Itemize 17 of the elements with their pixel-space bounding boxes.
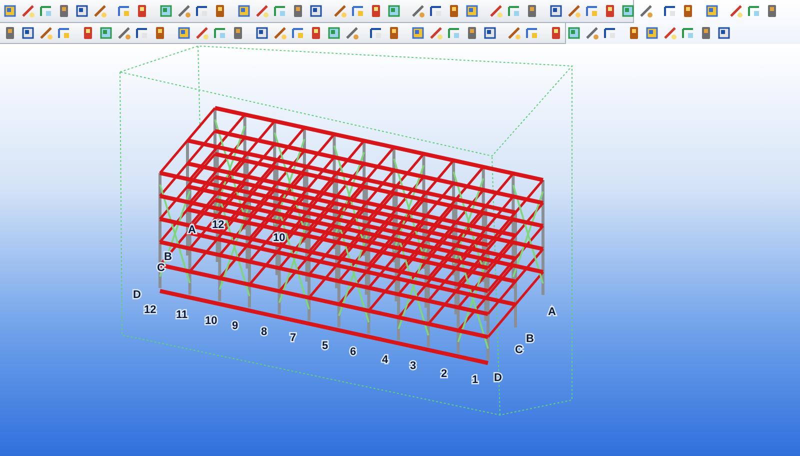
grid-label: 9: [232, 320, 238, 332]
grid-label: 6: [350, 346, 356, 358]
grid-label: 2: [441, 368, 448, 380]
grid-label: A: [548, 306, 556, 318]
grid-label: 12: [144, 304, 156, 316]
grid-label: D: [494, 372, 502, 384]
grid-label: 8: [261, 326, 268, 338]
grid-label: 7: [290, 332, 296, 344]
grid-label: 1: [472, 374, 478, 386]
grid-label: 4: [382, 354, 388, 366]
grid-label: 3: [410, 360, 416, 372]
grid-label: 10: [205, 315, 218, 327]
grid-label: B: [526, 333, 534, 345]
grid-label: D: [133, 289, 141, 301]
grid-label: C: [515, 344, 523, 356]
grid-label: 11: [176, 309, 188, 321]
grid-label: 5: [322, 340, 328, 352]
